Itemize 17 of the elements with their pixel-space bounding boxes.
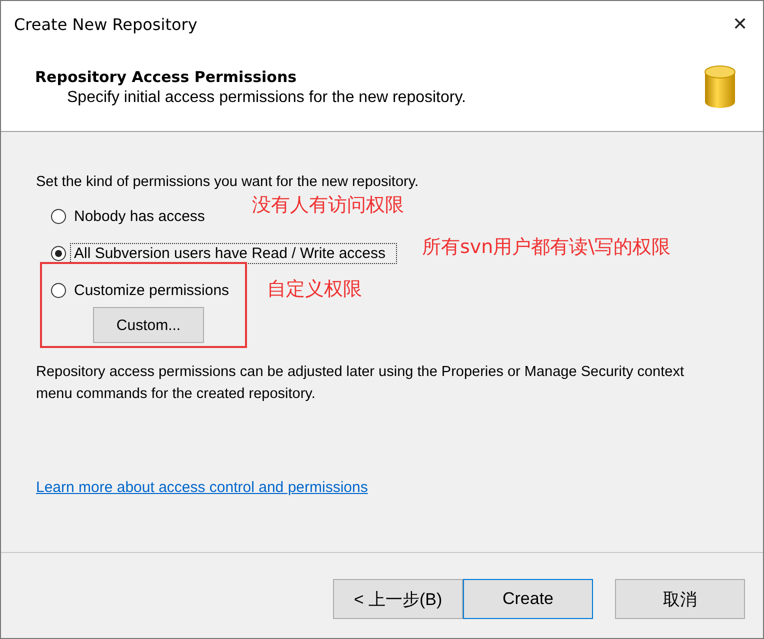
dialog-button[interactable]: < 上一步(B) <box>333 579 463 619</box>
instruction-text: Set the kind of permissions you want for the new repository. <box>36 174 420 190</box>
dialog-button[interactable]: 取消 <box>615 579 745 619</box>
info-text: Repository access permissions can be adjusted later using the Properies or Manage Security context menu commands for the created repository. <box>36 363 685 404</box>
radio-label[interactable]: Customize permissions <box>70 280 234 301</box>
page-subtitle: Specify initial access permissions for the new repository. <box>66 88 466 106</box>
window-title: Create New Repository <box>14 14 198 34</box>
annotation-text: 所有svn用户都有读\写的权限 <box>422 235 671 260</box>
dialog-button[interactable]: Create <box>463 579 593 619</box>
close-button[interactable]: ✕ <box>717 1 763 47</box>
page-title: Repository Access Permissions <box>35 68 298 86</box>
annotation-text: 没有人有访问权限 <box>252 193 404 218</box>
custom-button[interactable]: Custom... <box>93 307 204 343</box>
radio-label[interactable]: Nobody has access <box>70 206 209 227</box>
radio-label[interactable]: All Subversion users have Read / Write access <box>70 243 397 264</box>
annotation-text: 自定义权限 <box>267 277 362 302</box>
help-link[interactable]: Learn more about access control and permissions <box>36 479 368 496</box>
